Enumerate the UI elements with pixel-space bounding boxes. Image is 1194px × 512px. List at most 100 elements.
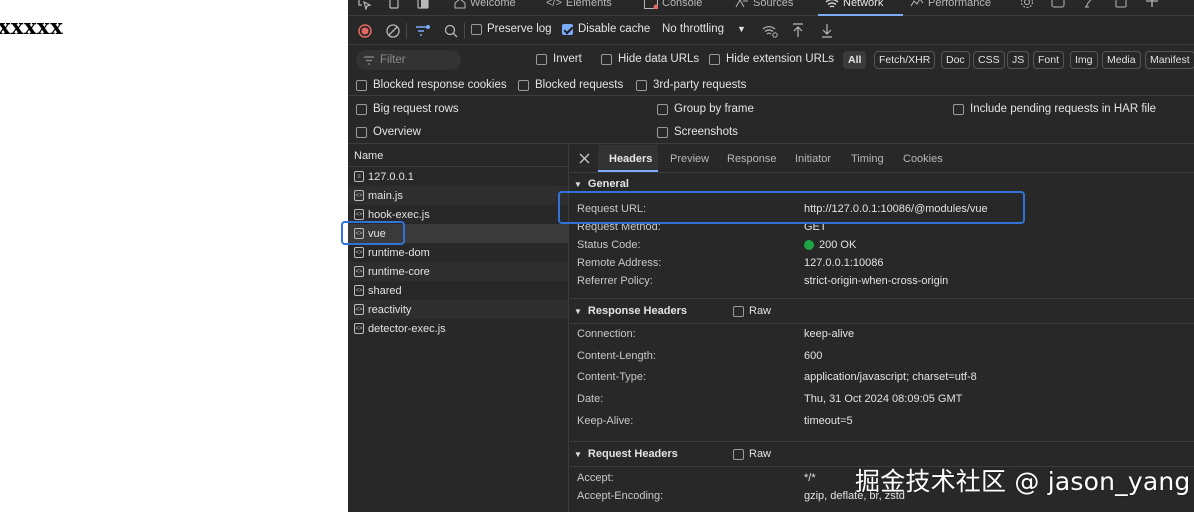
filter-icon [364,55,374,65]
request-row[interactable]: <> reactivity [348,300,568,319]
blocked-response-cookies-checkbox[interactable]: Blocked response cookies [356,79,507,91]
tab-elements[interactable]: </> Elements [546,0,612,12]
request-row[interactable]: <> runtime-core [348,262,568,281]
checkbox[interactable] [356,79,367,91]
type-chip-css[interactable]: CSS [973,51,1005,69]
type-chip-font[interactable]: Font [1033,51,1065,69]
plus-icon[interactable] [1145,0,1159,9]
third-party-requests-label: 3rd-party requests [653,79,747,91]
active-tab-indicator [598,170,658,172]
type-chip-all[interactable]: All [843,51,867,69]
download-icon[interactable] [821,23,833,38]
checkbox[interactable] [471,23,482,35]
type-chip-media[interactable]: Media [1102,51,1141,69]
response-headers-section-header[interactable]: ▼ Response Headers Raw [570,300,1194,322]
checkbox[interactable] [953,103,964,115]
script-icon: <> [354,266,364,277]
name-column-header[interactable]: Name [348,145,568,167]
record-icon[interactable] [358,24,372,38]
tab-initiator[interactable]: Initiator [795,153,831,165]
request-row[interactable]: <> shared [348,281,568,300]
tab-console[interactable]: Console [644,0,702,12]
checkbox[interactable] [356,103,367,115]
filter-input[interactable]: Filter [356,50,461,70]
checkbox[interactable] [709,53,720,65]
invert-checkbox[interactable]: Invert [536,53,582,65]
gear-icon[interactable] [1020,0,1034,9]
page-text: xxxxx [0,14,64,39]
overview-checkbox[interactable]: Overview [356,126,421,138]
request-name: hook-exec.js [368,208,430,221]
blocked-requests-checkbox[interactable]: Blocked requests [518,79,623,91]
header-value: timeout=5 [804,415,853,427]
request-row[interactable]: ≡ 127.0.0.1 [348,167,568,186]
checkbox[interactable] [657,126,668,138]
big-request-rows-checkbox[interactable]: Big request rows [356,103,459,115]
tab-preview[interactable]: Preview [670,153,709,165]
blocked-response-cookies-label: Blocked response cookies [373,79,507,91]
raw-toggle[interactable]: Raw [733,305,771,317]
request-name: runtime-core [368,265,430,278]
checkbox[interactable] [733,448,744,460]
sources-icon [735,0,749,9]
details-tabbar: Headers Preview Response Initiator Timin… [570,145,1194,173]
type-chip-fetch-xhr[interactable]: Fetch/XHR [874,51,936,69]
tab-sources[interactable]: Sources [735,0,793,12]
header-key: Remote Address: [577,257,662,269]
checkbox[interactable] [518,79,529,91]
checkbox[interactable] [601,53,612,65]
tab-response[interactable]: Response [727,153,777,165]
checkbox[interactable] [356,126,367,138]
screenshots-checkbox[interactable]: Screenshots [657,126,738,138]
device-icon[interactable] [1114,0,1128,9]
header-row: Referrer Policy: strict-origin-when-cros… [577,273,1187,291]
request-list: Name ≡ 127.0.0.1 <> main.js <> hook-exec… [348,145,569,512]
hide-extension-urls-label: Hide extension URLs [726,53,835,65]
request-row[interactable]: <> main.js [348,186,568,205]
checkbox[interactable] [733,305,744,317]
wifi-settings-icon[interactable] [762,24,778,38]
inspect-icon[interactable] [358,0,372,10]
dock-icon[interactable] [416,0,430,10]
request-row[interactable]: <> detector-exec.js [348,319,568,338]
hide-extension-urls-checkbox[interactable]: Hide extension URLs [709,53,834,65]
checkbox[interactable] [562,23,573,35]
divider [406,23,407,39]
tab-performance[interactable]: Performance [910,0,991,12]
filter-toggle-icon[interactable] [415,24,431,38]
header-value: strict-origin-when-cross-origin [804,275,949,287]
divider [464,23,465,39]
checkbox[interactable] [657,103,668,115]
upload-icon[interactable] [792,23,804,38]
hide-data-urls-checkbox[interactable]: Hide data URLs [601,53,699,65]
search-icon[interactable] [444,24,458,38]
tab-welcome[interactable]: Welcome [454,0,516,12]
preserve-log-checkbox[interactable]: Preserve log [471,23,552,35]
close-icon[interactable] [579,153,590,164]
section-title: Response Headers [587,305,687,317]
disable-cache-checkbox[interactable]: Disable cache [562,23,650,35]
type-chip-js[interactable]: JS [1007,51,1030,69]
type-chip-manifest[interactable]: Manifest [1145,51,1194,69]
panel-icon[interactable] [1051,0,1065,9]
tab-headers[interactable]: Headers [609,153,652,165]
request-row[interactable]: <> runtime-dom [348,243,568,262]
vue-request-highlight [341,221,405,245]
blocked-filters-row: Blocked response cookies Blocked request… [348,74,1194,96]
third-party-requests-checkbox[interactable]: 3rd-party requests [636,79,746,91]
raw-toggle[interactable]: Raw [733,448,771,460]
checkbox[interactable] [536,53,547,65]
device-toggle-icon[interactable] [387,0,401,10]
type-chip-doc[interactable]: Doc [941,51,970,69]
tab-cookies[interactable]: Cookies [903,153,943,165]
script-icon: <> [354,304,364,315]
include-pending-checkbox[interactable]: Include pending requests in HAR file [953,103,1156,115]
clear-icon[interactable] [386,24,400,38]
type-chip-img[interactable]: Img [1070,51,1098,69]
brush-icon[interactable] [1083,0,1097,9]
tab-network[interactable]: Network [825,0,883,12]
tab-timing[interactable]: Timing [851,153,884,165]
throttling-select[interactable]: No throttling ▼ [662,23,746,35]
group-by-frame-checkbox[interactable]: Group by frame [657,103,754,115]
checkbox[interactable] [636,79,647,91]
